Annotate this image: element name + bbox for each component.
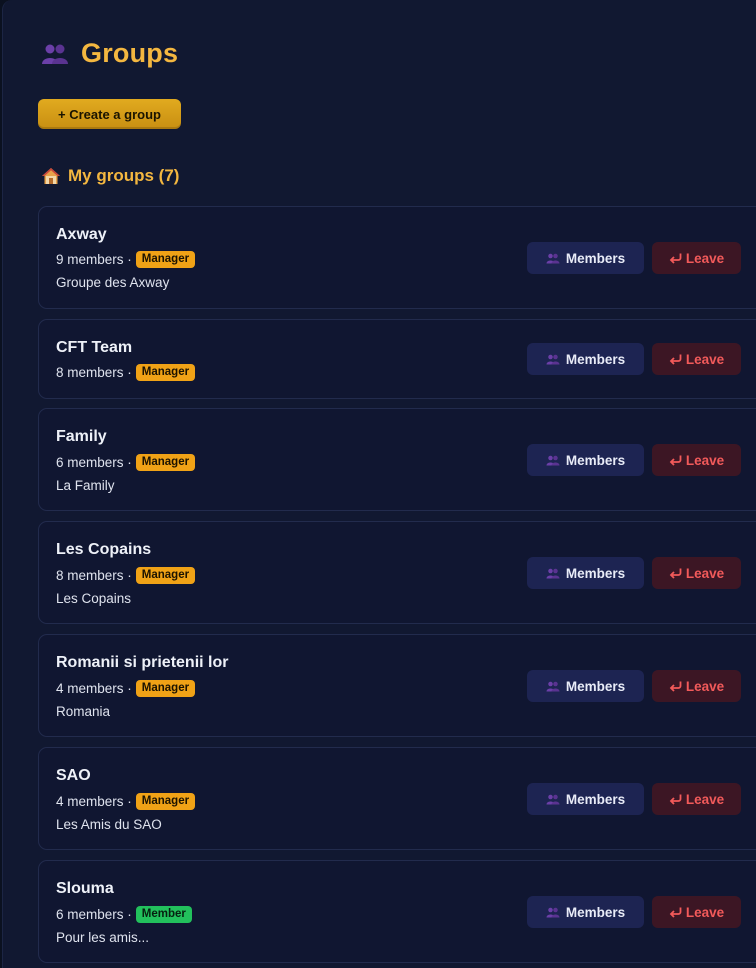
role-badge: Manager	[135, 251, 196, 268]
group-description: Pour les amis...	[56, 930, 150, 945]
page-title: Groups	[81, 38, 179, 68]
member-count: 9 members ·	[56, 252, 132, 267]
leave-button-label: Leave	[685, 678, 725, 694]
leave-button-label: Leave	[685, 565, 725, 581]
role-badge: Manager	[135, 364, 196, 381]
member-count: 4 members ·	[56, 681, 132, 696]
members-button-label: Members	[565, 678, 626, 694]
group-meta: 9 members · Manager	[56, 251, 196, 268]
leave-button[interactable]: Leave	[652, 783, 741, 815]
members-button-label: Members	[565, 351, 626, 367]
members-button[interactable]: Members	[527, 242, 644, 274]
create-group-button[interactable]: + Create a group	[38, 99, 181, 129]
member-count: 6 members ·	[56, 907, 132, 922]
groups-panel: Groups + Create a group My groups (7) Ax…	[2, 0, 756, 968]
return-arrow-icon	[669, 454, 682, 466]
group-description: La Family	[56, 478, 115, 493]
group-card: Les Copains 8 members · Manager Les Copa…	[38, 521, 756, 624]
members-button[interactable]: Members	[527, 896, 644, 928]
group-description: Romania	[56, 704, 111, 719]
member-count: 6 members ·	[56, 455, 132, 470]
role-badge: Manager	[135, 793, 196, 810]
leave-button[interactable]: Leave	[652, 557, 741, 589]
my-groups-header: My groups (7)	[41, 166, 179, 186]
group-name: Axway	[56, 226, 107, 243]
group-icon	[546, 568, 560, 579]
members-button-label: Members	[565, 791, 626, 807]
group-card: Axway 9 members · Manager Groupe des Axw…	[38, 206, 756, 309]
role-badge: Manager	[135, 454, 196, 471]
group-meta: 8 members · Manager	[56, 364, 196, 381]
members-button[interactable]: Members	[527, 670, 644, 702]
member-count: 8 members ·	[56, 568, 132, 583]
group-name: Les Copains	[56, 541, 152, 558]
leave-button-label: Leave	[685, 351, 725, 367]
members-button[interactable]: Members	[527, 444, 644, 476]
return-arrow-icon	[669, 793, 682, 805]
return-arrow-icon	[669, 252, 682, 264]
group-description: Les Amis du SAO	[56, 817, 162, 832]
group-name: SAO	[56, 767, 91, 784]
group-name: Family	[56, 428, 107, 445]
group-card: Romanii si prietenii lor 4 members · Man…	[38, 634, 756, 737]
group-card: CFT Team 8 members · Manager Members Lea…	[38, 319, 756, 399]
group-card: SAO 4 members · Manager Les Amis du SAO …	[38, 747, 756, 850]
group-name: Slouma	[56, 880, 114, 897]
role-badge: Member	[135, 906, 192, 923]
members-button[interactable]: Members	[527, 783, 644, 815]
group-card: Family 6 members · Manager La Family Mem…	[38, 408, 756, 511]
group-icon	[546, 907, 560, 918]
members-button-label: Members	[565, 452, 626, 468]
return-arrow-icon	[669, 353, 682, 365]
role-badge: Manager	[135, 567, 196, 584]
leave-button[interactable]: Leave	[652, 896, 741, 928]
leave-button[interactable]: Leave	[652, 242, 741, 274]
group-icon	[546, 455, 560, 466]
leave-button[interactable]: Leave	[652, 343, 741, 375]
members-button-label: Members	[565, 250, 626, 266]
leave-button-label: Leave	[685, 791, 725, 807]
role-badge: Manager	[135, 680, 196, 697]
group-card: Slouma 6 members · Member Pour les amis.…	[38, 860, 756, 963]
leave-button-label: Leave	[685, 904, 725, 920]
group-icon	[546, 681, 560, 692]
group-icon	[546, 253, 560, 264]
group-meta: 6 members · Member	[56, 906, 192, 923]
leave-button[interactable]: Leave	[652, 670, 741, 702]
leave-button-label: Leave	[685, 452, 725, 468]
return-arrow-icon	[669, 906, 682, 918]
section-title: My groups (7)	[68, 166, 180, 185]
group-meta: 4 members · Manager	[56, 680, 196, 697]
group-meta: 8 members · Manager	[56, 567, 196, 584]
members-button[interactable]: Members	[527, 557, 644, 589]
group-icon	[546, 354, 560, 365]
member-count: 4 members ·	[56, 794, 132, 809]
group-description: Groupe des Axway	[56, 275, 170, 290]
return-arrow-icon	[669, 680, 682, 692]
page-header: Groups	[41, 38, 178, 69]
leave-button-label: Leave	[685, 250, 725, 266]
return-arrow-icon	[669, 567, 682, 579]
group-name: CFT Team	[56, 339, 133, 356]
group-meta: 4 members · Manager	[56, 793, 196, 810]
group-meta: 6 members · Manager	[56, 454, 196, 471]
group-name: Romanii si prietenii lor	[56, 654, 229, 671]
members-button-label: Members	[565, 904, 626, 920]
group-icon	[546, 794, 560, 805]
members-button-label: Members	[565, 565, 626, 581]
group-icon	[41, 43, 69, 65]
members-button[interactable]: Members	[527, 343, 644, 375]
group-description: Les Copains	[56, 591, 132, 606]
leave-button[interactable]: Leave	[652, 444, 741, 476]
member-count: 8 members ·	[56, 365, 132, 380]
house-icon	[41, 167, 61, 185]
